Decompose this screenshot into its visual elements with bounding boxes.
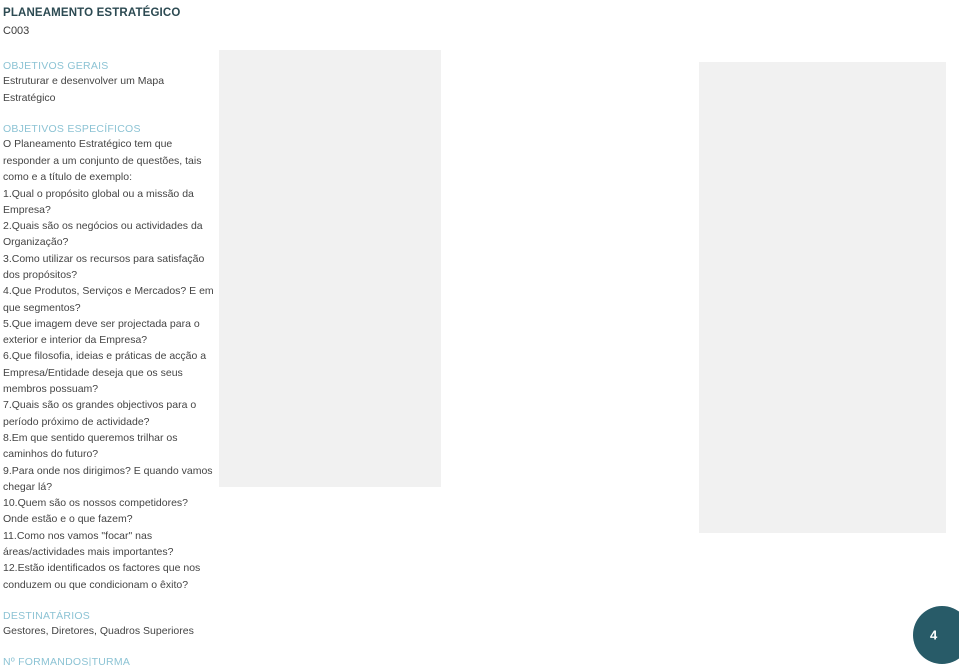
course-1-destinatarios-label: DESTINATÁRIOS — [3, 609, 91, 622]
course-1-left-column: PLANEAMENTO ESTRATÉGICO C003 OBJETIVOS G… — [0, 0, 215, 666]
list-item: 10.Quem são os nossos competidores? Onde… — [3, 497, 189, 526]
list-item: 6.Que filosofia, ideias e práticas de ac… — [3, 350, 207, 396]
page-number-badge: 4 — [913, 606, 959, 664]
content-panel-background-course-2 — [699, 62, 946, 533]
content-panel-background-course-1 — [219, 50, 441, 487]
list-item: 11.Como nos vamos "focar" nas áreas/acti… — [3, 529, 174, 559]
catalog-page: PLANEAMENTO ESTRATÉGICO C003 OBJETIVOS G… — [0, 0, 959, 666]
list-item: 5.Que imagem deve ser projectada para o … — [3, 317, 200, 347]
course-1-objetivos-especificos-label: OBJETIVOS ESPECÍFICOS — [3, 123, 141, 135]
list-item: 7.Quais são os grandes objectivos para o… — [3, 399, 197, 428]
list-item: 3.Como utilizar os recursos para satisfa… — [3, 252, 205, 281]
course-1-title: PLANEAMENTO ESTRATÉGICO — [3, 7, 181, 19]
list-item: 4.Que Produtos, Serviços e Mercados? E e… — [3, 285, 214, 314]
list-item: 1.Qual o propósito global ou a missão da… — [3, 187, 194, 216]
course-1-objetivos-especificos-intro: O Planeamento Estratégico tem que respon… — [3, 138, 202, 183]
course-1-code: C003 — [3, 25, 30, 37]
course-1-question-list: 1.Qual o propósito global ou a missão da… — [3, 186, 215, 593]
course-1-objetivos-gerais-label: OBJETIVOS GERAIS — [3, 60, 109, 72]
list-item: 8.Em que sentido queremos trilhar os cam… — [3, 431, 178, 461]
list-item: 12.Estão identificados os factores que n… — [3, 562, 201, 591]
course-1-formandos-label: Nº FORMANDOS|TURMA — [3, 656, 131, 666]
list-item: 2.Quais são os negócios ou actividades d… — [3, 220, 203, 249]
course-1-destinatarios-text: Gestores, Diretores, Quadros Superiores — [3, 624, 194, 637]
course-1-objetivos-gerais-text: Estruturar e desenvolver um Mapa Estraté… — [3, 75, 165, 104]
list-item: 9.Para onde nos dirigimos? E quando vamo… — [3, 464, 213, 493]
page-number: 4 — [930, 627, 938, 643]
